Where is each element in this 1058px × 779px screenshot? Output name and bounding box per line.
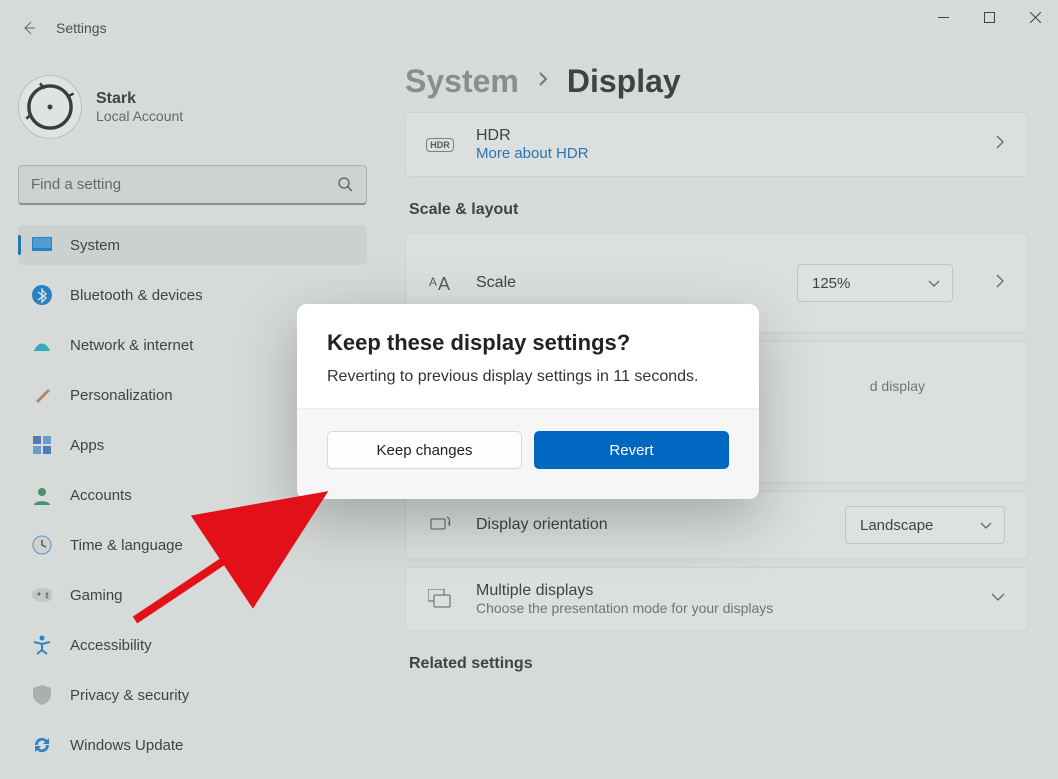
keep-changes-button[interactable]: Keep changes [327,431,522,469]
confirm-dialog: Keep these display settings? Reverting t… [297,304,759,499]
dialog-title: Keep these display settings? [327,330,729,356]
dialog-message: Reverting to previous display settings i… [327,368,729,386]
revert-button[interactable]: Revert [534,431,729,469]
